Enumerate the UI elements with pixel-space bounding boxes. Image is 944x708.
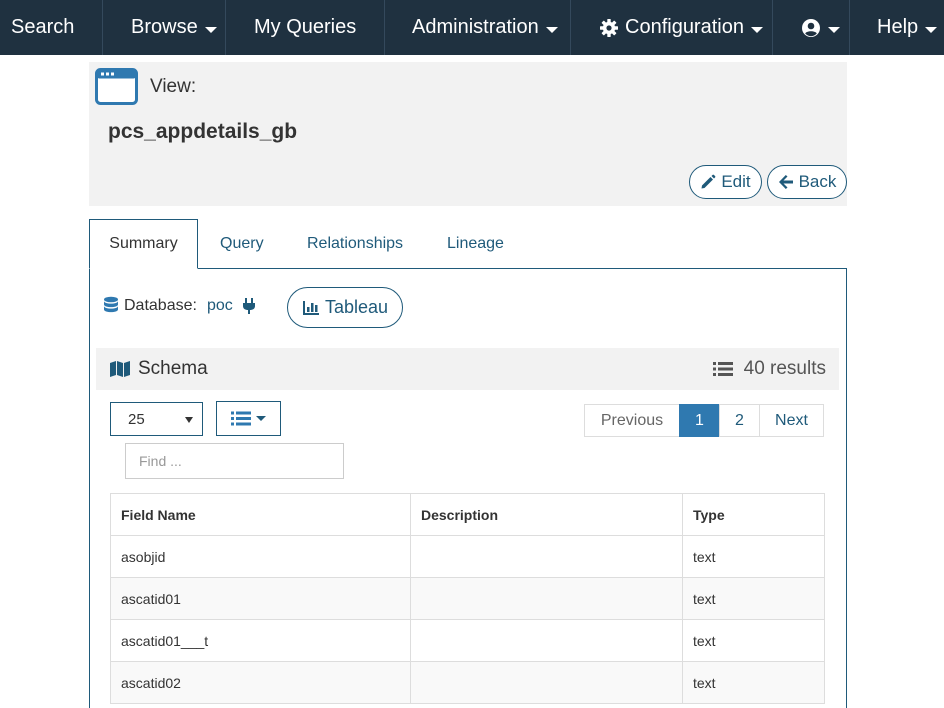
field-name-cell: ascatid01 — [110, 577, 411, 620]
gear-icon — [600, 18, 618, 37]
schema-title-label: Schema — [138, 358, 208, 379]
tab-query[interactable]: Query — [220, 219, 264, 269]
description-cell — [410, 619, 683, 662]
nav-search[interactable]: Search — [0, 0, 103, 55]
view-label: View: — [150, 76, 197, 97]
table-header-row: Field Name Description Type — [110, 493, 825, 536]
tableau-button-label: Tableau — [324, 297, 389, 317]
nav-help-label: Help — [877, 16, 919, 38]
nav-user-menu[interactable] — [773, 0, 850, 55]
field-name-cell: asobjid — [110, 535, 411, 578]
description-cell — [410, 577, 683, 620]
view-header-panel: View: pcs_appdetails_gb Edit Back — [89, 62, 847, 206]
nav-configuration[interactable]: Configuration — [571, 0, 773, 55]
schema-table: Field Name Description Type asobjid text… — [110, 493, 825, 704]
nav-browse-label: Browse — [131, 16, 198, 38]
pagination-next[interactable]: Next — [759, 404, 824, 437]
field-name-cell: ascatid01___t — [110, 619, 411, 662]
nav-my-queries[interactable]: My Queries — [226, 0, 385, 55]
user-circle-icon — [802, 18, 820, 37]
nav-help[interactable]: Help — [850, 0, 944, 55]
table-row: ascatid02 text — [110, 661, 825, 704]
description-cell — [410, 535, 683, 578]
nav-search-label: Search — [11, 16, 75, 38]
view-tabs: Summary Query Relationships Lineage — [89, 219, 847, 269]
table-row: asobjid text — [110, 535, 825, 578]
caret-down-icon — [828, 26, 840, 33]
select-arrow-icon — [185, 417, 193, 423]
edit-button-label: Edit — [721, 172, 751, 191]
tab-relationships-label: Relationships — [307, 235, 404, 252]
page-size-value: 25 — [128, 410, 145, 428]
nav-administration-label: Administration — [412, 16, 539, 38]
column-header-field-name[interactable]: Field Name — [110, 493, 411, 536]
database-icon — [104, 296, 118, 313]
tab-query-label: Query — [220, 235, 264, 252]
tab-lineage[interactable]: Lineage — [447, 219, 504, 269]
map-icon — [110, 361, 130, 377]
pagination-page-1[interactable]: 1 — [679, 404, 720, 437]
table-row: ascatid01___t text — [110, 619, 825, 662]
schema-header: Schema 40 results — [96, 348, 839, 390]
find-input[interactable] — [125, 443, 344, 479]
table-row: ascatid01 text — [110, 577, 825, 620]
top-navbar: Search Browse My Queries Administration — [0, 0, 944, 55]
pagination-page-2[interactable]: 2 — [719, 404, 760, 437]
back-button-label: Back — [798, 172, 837, 191]
nav-my-queries-label: My Queries — [254, 16, 357, 38]
list-icon — [231, 411, 251, 426]
type-cell: text — [682, 577, 825, 620]
nav-administration[interactable]: Administration — [385, 0, 571, 55]
arrow-left-icon — [778, 175, 793, 189]
database-link[interactable]: poc — [207, 297, 233, 315]
field-name-cell: ascatid02 — [110, 661, 411, 704]
caret-down-icon — [925, 26, 938, 33]
caret-down-icon — [204, 26, 217, 33]
column-header-description[interactable]: Description — [410, 493, 683, 536]
pagination-previous[interactable]: Previous — [584, 404, 680, 437]
nav-browse[interactable]: Browse — [103, 0, 226, 55]
list-icon — [712, 362, 733, 376]
tab-summary-label: Summary — [109, 235, 178, 252]
caret-down-icon — [750, 26, 763, 33]
column-header-type[interactable]: Type — [682, 493, 825, 536]
page-size-select[interactable]: 25 — [110, 402, 203, 436]
pencil-icon — [701, 174, 716, 189]
tableau-button[interactable]: Tableau — [287, 287, 403, 328]
page-title: pcs_appdetails_gb — [108, 120, 298, 143]
pagination: Previous 1 2 Next — [584, 404, 824, 437]
column-toggle-button[interactable] — [216, 401, 281, 436]
bar-chart-icon — [302, 300, 319, 315]
results-count: 40 results — [712, 358, 826, 380]
tab-summary[interactable]: Summary — [89, 219, 198, 269]
caret-down-icon — [256, 416, 266, 421]
type-cell: text — [682, 661, 825, 704]
database-row: Database: poc — [103, 292, 256, 320]
type-cell: text — [682, 619, 825, 662]
plug-icon — [242, 298, 255, 314]
database-label: Database: — [124, 297, 197, 314]
schema-title: Schema — [109, 358, 208, 380]
type-cell: text — [682, 535, 825, 578]
results-count-label: 40 results — [743, 358, 826, 379]
description-cell — [410, 661, 683, 704]
tab-lineage-label: Lineage — [447, 235, 504, 252]
tab-relationships[interactable]: Relationships — [307, 219, 403, 269]
caret-down-icon — [545, 26, 558, 33]
browser-window-icon — [95, 68, 138, 105]
nav-configuration-label: Configuration — [625, 16, 744, 38]
back-button[interactable]: Back — [767, 165, 847, 199]
edit-button[interactable]: Edit — [689, 165, 762, 199]
